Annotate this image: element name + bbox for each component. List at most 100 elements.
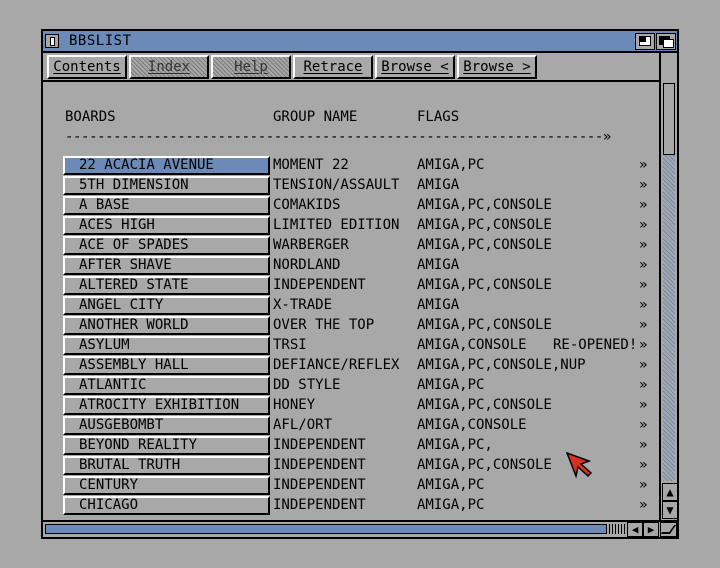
scroll-left-icon[interactable]: ◀ [627,522,643,537]
title-bar[interactable]: BBSLIST [43,31,677,53]
group-name-cell: MOMENT 22 [273,157,349,173]
group-name-cell: AFL/ORT [273,417,333,433]
board-link-button[interactable]: ASYLUM [63,336,270,355]
board-link-button[interactable]: ACES HIGH [63,216,270,235]
flags-cell: AMIGA,PC,CONSOLE,NUP [417,357,586,373]
scroll-up-icon[interactable]: ▲ [662,483,678,501]
retrace-button[interactable]: Retrace [293,55,373,79]
flags-cell: AMIGA,CONSOLE [417,337,527,353]
header-boards: BOARDS [65,109,116,125]
row-arrow-icon[interactable]: » [639,376,647,394]
vertical-scroll-knob[interactable] [663,83,675,155]
table-row: 5TH DIMENSION TENSION/ASSAULT AMIGA » [43,176,647,196]
zoom-icon[interactable] [635,33,655,50]
horizontal-scroll-track[interactable] [609,524,625,534]
row-arrow-icon[interactable]: » [639,176,647,194]
table-row: A BASE COMAKIDS AMIGA,PC,CONSOLE » [43,196,647,216]
flags-cell: AMIGA,PC [417,377,485,393]
table-row: BEYOND REALITY INDEPENDENT AMIGA,PC, » [43,436,647,456]
table-row: ATROCITY EXHIBITION HONEY AMIGA,PC,CONSOLE… [43,396,647,416]
board-link-button[interactable]: A BASE [63,196,270,215]
table-row: ANGEL CITY X-TRADE AMIGA » [43,296,647,316]
group-name-cell: INDEPENDENT [273,277,366,293]
table-row: ACES HIGH LIMITED EDITION AMIGA,PC,CONSOLE… [43,216,647,236]
group-name-cell: COMAKIDS [273,197,341,213]
board-link-button[interactable]: ALTERED STATE [63,276,270,295]
board-link-button[interactable]: ATROCITY EXHIBITION [63,396,270,415]
board-link-button[interactable]: 5TH DIMENSION [63,176,270,195]
row-arrow-icon[interactable]: » [639,476,647,494]
mouse-pointer-icon [566,452,592,479]
header-divider: ----------------------------------------… [65,129,611,145]
help-button[interactable]: Help [211,55,291,79]
board-link-button[interactable]: CHICAGO [63,496,270,515]
board-link-button[interactable]: CENTURY [63,476,270,495]
board-link-button[interactable]: BRUTAL TRUTH [63,456,270,475]
board-link-button[interactable]: ANGEL CITY [63,296,270,315]
row-arrow-icon[interactable]: » [639,156,647,174]
row-arrow-icon[interactable]: » [639,316,647,334]
row-arrow-icon[interactable]: » [639,496,647,514]
group-name-cell: INDEPENDENT [273,457,366,473]
group-name-cell: NORDLAND [273,257,341,273]
flags-cell: AMIGA,PC,CONSOLE [417,217,552,233]
row-arrow-icon[interactable]: » [639,356,647,374]
horizontal-scroll-knob[interactable] [45,524,607,534]
flags-cell: AMIGA [417,257,460,273]
board-link-button[interactable]: ASSEMBLY HALL [63,356,270,375]
horizontal-scrollbar[interactable]: ◀ ▶ [43,520,677,537]
row-arrow-icon[interactable]: » [639,196,647,214]
group-name-cell: TRSI [273,337,307,353]
flags-cell: AMIGA,PC, [417,437,493,453]
browse-prev-button[interactable]: Browse < [375,55,455,79]
group-name-cell: DEFIANCE/REFLEX [273,357,400,373]
row-arrow-icon[interactable]: » [639,396,647,414]
group-name-cell: DD STYLE [273,377,341,393]
table-row: ATLANTIC DD STYLE AMIGA,PC » [43,376,647,396]
vertical-scrollbar[interactable]: ▲ ▼ [659,53,678,521]
browse-next-button[interactable]: Browse > [457,55,537,79]
flags-cell: AMIGA,PC,CONSOLE [417,277,552,293]
row-arrow-icon[interactable]: » [639,296,647,314]
flags-cell: AMIGA,PC,CONSOLE [417,197,552,213]
resize-handle-icon[interactable] [660,522,677,537]
row-arrow-icon[interactable]: » [639,456,647,474]
row-arrow-icon[interactable]: » [639,216,647,234]
board-link-button[interactable]: ANOTHER WORLD [63,316,270,335]
index-button[interactable]: Index [129,55,209,79]
row-arrow-icon[interactable]: » [639,436,647,454]
flags-cell: AMIGA,PC [417,497,485,513]
flags-cell: AMIGA [417,177,460,193]
group-name-cell: TENSION/ASSAULT [273,177,400,193]
table-row: ASSEMBLY HALL DEFIANCE/REFLEX AMIGA,PC,CON… [43,356,647,376]
board-link-button[interactable]: BEYOND REALITY [63,436,270,455]
group-name-cell: HONEY [273,397,316,413]
flags-cell: AMIGA,CONSOLE [417,417,527,433]
contents-button[interactable]: Contents [47,55,127,79]
row-arrow-icon[interactable]: » [639,236,647,254]
close-icon[interactable] [45,34,59,48]
table-row: ACE OF SPADES WARBERGER AMIGA,PC,CONSOLE » [43,236,647,256]
row-arrow-icon[interactable]: » [639,336,647,354]
board-link-button[interactable]: 22 ACACIA AVENUE [63,156,270,175]
scroll-down-icon[interactable]: ▼ [662,501,678,519]
board-link-button[interactable]: ACE OF SPADES [63,236,270,255]
scroll-right-icon[interactable]: ▶ [643,522,659,537]
row-arrow-icon[interactable]: » [639,256,647,274]
row-arrow-icon[interactable]: » [639,416,647,434]
table-row: ANOTHER WORLD OVER THE TOP AMIGA,PC,CONSOL… [43,316,647,336]
flags-cell: AMIGA [417,297,460,313]
header-group-name: GROUP NAME [273,109,358,125]
row-arrow-icon[interactable]: » [639,276,647,294]
depth-arrange-icon[interactable] [656,33,676,50]
board-link-button[interactable]: AFTER SHAVE [63,256,270,275]
table-row: ALTERED STATE INDEPENDENT AMIGA,PC,CONSOLE… [43,276,647,296]
window-title: BBSLIST [69,33,132,49]
group-name-cell: LIMITED EDITION [273,217,400,233]
group-name-cell: INDEPENDENT [273,497,366,513]
table-row: ASYLUM TRSI AMIGA,CONSOLE RE-OPENED!» [43,336,647,356]
board-link-button[interactable]: ATLANTIC [63,376,270,395]
group-name-cell: INDEPENDENT [273,477,366,493]
group-name-cell: INDEPENDENT [273,437,366,453]
board-link-button[interactable]: AUSGEBOMBT [63,416,270,435]
